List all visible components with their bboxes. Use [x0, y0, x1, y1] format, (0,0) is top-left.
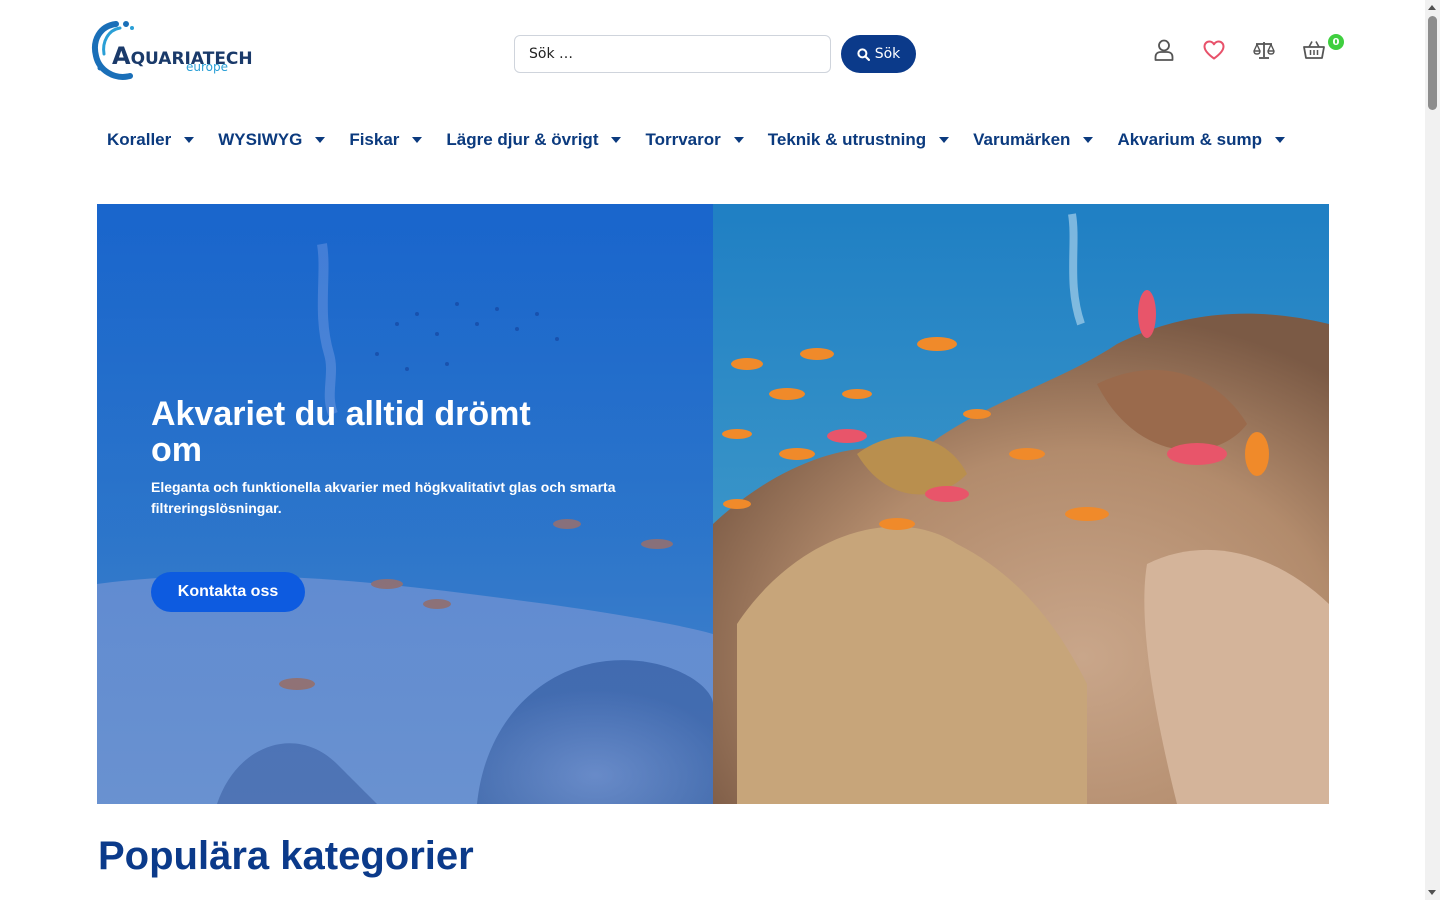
nav-item-label: WYSIWYG: [218, 130, 303, 149]
cart-count-badge: 0: [1328, 34, 1344, 50]
search-icon: [857, 47, 870, 61]
section-title-popular: Populära kategorier: [98, 834, 474, 878]
compare-button[interactable]: [1252, 38, 1276, 62]
nav-item-fiskar[interactable]: Fiskar: [339, 130, 432, 150]
nav-item-akvarium-sump[interactable]: Akvarium & sump: [1107, 130, 1295, 150]
hero-subtitle: Eleganta och funktionella akvarier med h…: [151, 479, 616, 516]
logo-subtext: europe: [186, 60, 228, 74]
search-button[interactable]: Sök: [841, 35, 916, 73]
heart-icon: [1203, 40, 1225, 60]
scale-icon: [1253, 42, 1275, 59]
caret-down-icon: [315, 137, 326, 143]
caret-down-icon: [1083, 137, 1094, 143]
scroll-down-arrow-icon[interactable]: [1428, 890, 1436, 895]
hero-banner: Akvariet du alltid drömt om Eleganta och…: [97, 204, 1329, 804]
nav-item-torrvaror[interactable]: Torrvaror: [635, 130, 753, 150]
nav-item-label: Fiskar: [349, 130, 400, 149]
nav-item-label: Teknik & utrustning: [767, 130, 927, 149]
nav-item-wysiwyg[interactable]: WYSIWYG: [208, 130, 335, 150]
hero-title: Akvariet du alltid drömt om: [151, 395, 531, 469]
nav-item-varumarken[interactable]: Varumärken: [963, 130, 1103, 150]
nav-item-label: Torrvaror: [645, 130, 721, 149]
page: AQUARIATECH europe Sök … Sök 0 Koraller …: [0, 0, 1440, 900]
caret-down-icon: [733, 137, 744, 143]
wishlist-button[interactable]: [1202, 38, 1226, 62]
caret-down-icon: [939, 137, 950, 143]
logo-wordmark: AQUARIATECH: [112, 42, 253, 70]
cart-button[interactable]: [1302, 38, 1326, 62]
caret-down-icon: [184, 137, 195, 143]
search-input[interactable]: [514, 35, 831, 73]
page-scrollbar[interactable]: [1425, 0, 1440, 900]
nav-item-label: Akvarium & sump: [1117, 130, 1262, 149]
nav-item-koraller[interactable]: Koraller: [97, 130, 204, 150]
site-logo[interactable]: AQUARIATECH europe: [90, 18, 253, 82]
nav-item-lagre-djur[interactable]: Lägre djur & övrigt: [436, 130, 631, 150]
basket-icon: [1303, 41, 1325, 59]
caret-down-icon: [412, 137, 423, 143]
scroll-up-arrow-icon[interactable]: [1428, 5, 1436, 10]
user-icon: [1154, 39, 1174, 61]
scrollbar-thumb[interactable]: [1428, 16, 1437, 110]
main-nav: Koraller WYSIWYG Fiskar Lägre djur & övr…: [97, 124, 1299, 156]
caret-down-icon: [611, 137, 622, 143]
nav-item-label: Lägre djur & övrigt: [446, 130, 599, 149]
caret-down-icon: [1275, 137, 1285, 143]
search-button-label: Sök: [874, 46, 901, 62]
nav-item-label: Varumärken: [973, 130, 1071, 149]
account-button[interactable]: [1152, 38, 1176, 62]
nav-item-label: Koraller: [107, 130, 172, 149]
contact-button[interactable]: Kontakta oss: [151, 572, 305, 612]
nav-item-teknik[interactable]: Teknik & utrustning: [758, 130, 959, 150]
